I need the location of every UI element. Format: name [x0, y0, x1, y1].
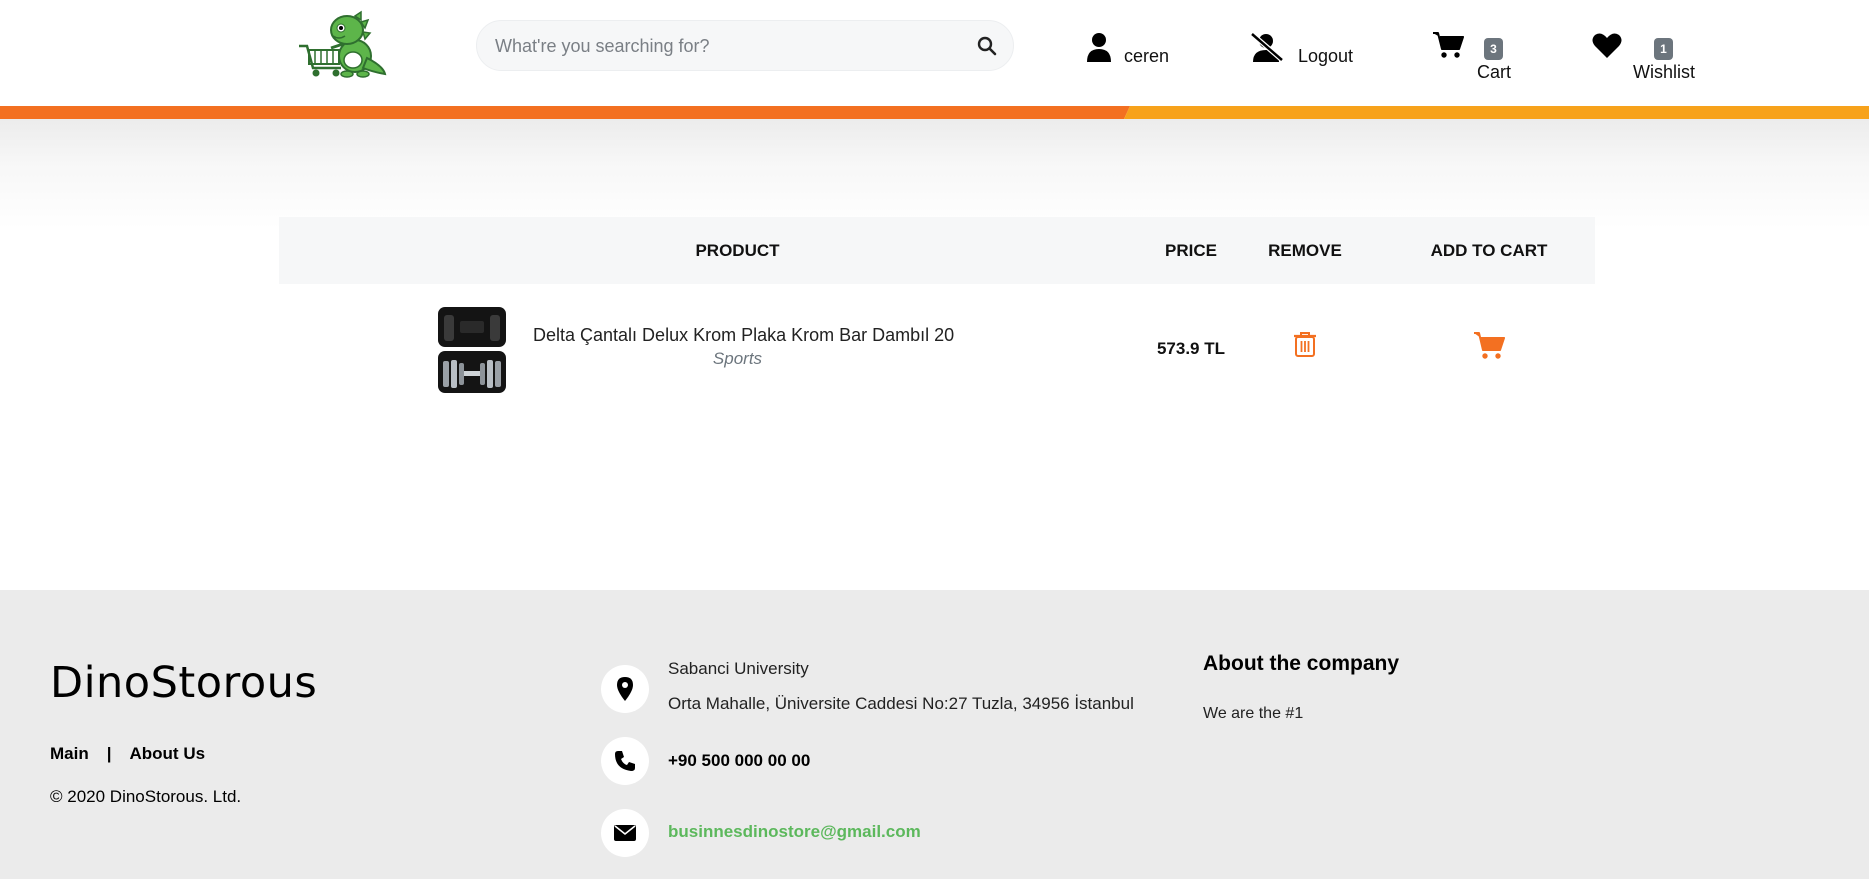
footer-link-about-us[interactable]: About Us	[130, 744, 206, 763]
address-line-1: Sabanci University	[668, 659, 809, 678]
product-category: Sports	[712, 349, 763, 368]
product-price: 573.9 TL	[1156, 339, 1226, 358]
column-header-product: PRODUCT	[695, 241, 780, 260]
cart-icon	[1433, 32, 1464, 58]
logout-link[interactable]: Logout	[1250, 30, 1360, 70]
address-line-2: Orta Mahalle, Üniversite Caddesi No:27 T…	[668, 694, 1134, 713]
add-to-cart-icon[interactable]	[1473, 330, 1505, 359]
footer-copyright: © 2020 DinoStorous. Ltd.	[50, 787, 242, 806]
trash-icon[interactable]	[1293, 331, 1317, 357]
cart-link[interactable]: 3 Cart	[1432, 30, 1512, 85]
footer-link-main[interactable]: Main	[50, 744, 89, 763]
footer-links: Main | About Us	[50, 744, 205, 764]
wishlist-link[interactable]: 1 Wishlist	[1592, 30, 1702, 85]
footer-brand: DinoStorous	[50, 658, 318, 708]
search-input[interactable]	[493, 21, 957, 72]
site-footer: DinoStorous Main | About Us © 2020 DinoSto…	[0, 590, 1869, 879]
cart-label: Cart	[1477, 62, 1512, 82]
heart-icon	[1592, 33, 1622, 58]
username-label: ceren	[1124, 46, 1170, 66]
about-company-text: We are the #1	[1203, 705, 1304, 722]
cart-count-badge: 3	[1484, 38, 1503, 60]
search-icon[interactable]	[977, 36, 997, 56]
logout-label: Logout	[1298, 46, 1354, 66]
column-header-price: PRICE	[1165, 241, 1217, 260]
column-header-remove: REMOVE	[1268, 241, 1342, 260]
user-profile-link[interactable]: ceren	[1087, 30, 1187, 70]
user-icon	[1087, 33, 1111, 62]
footer-link-separator: |	[106, 744, 112, 763]
location-icon-circle	[601, 665, 649, 713]
wishlist-label: Wishlist	[1633, 62, 1695, 82]
product-name[interactable]: Delta Çantalı Delux Krom Plaka Krom Bar …	[533, 325, 954, 346]
search-bar	[476, 20, 1014, 72]
map-marker-icon	[617, 677, 633, 701]
footer-email[interactable]: businnesdinostore@gmail.com	[668, 822, 921, 842]
user-slash-icon	[1250, 32, 1284, 62]
footer-phone[interactable]: +90 500 000 00 00	[668, 751, 810, 771]
email-icon-circle	[601, 809, 649, 857]
column-header-add-to-cart: ADD TO CART	[1430, 241, 1548, 260]
envelope-icon	[614, 825, 636, 841]
site-header: ceren Logout 3 Cart 1 Wishlist	[0, 0, 1869, 106]
phone-icon-circle	[601, 737, 649, 785]
wishlist-count-badge: 1	[1654, 38, 1673, 60]
table-row: Delta Çantalı Delux Krom Plaka Krom Bar …	[279, 295, 1595, 400]
dino-logo-icon[interactable]	[297, 8, 387, 80]
product-image[interactable]	[434, 305, 511, 395]
table-header: PRODUCT PRICE REMOVE ADD TO CART	[279, 217, 1595, 284]
about-company-title: About the company	[1203, 652, 1400, 675]
header-accent-stripe	[0, 106, 1869, 119]
content-shadow	[0, 119, 1869, 229]
phone-icon	[615, 751, 635, 771]
